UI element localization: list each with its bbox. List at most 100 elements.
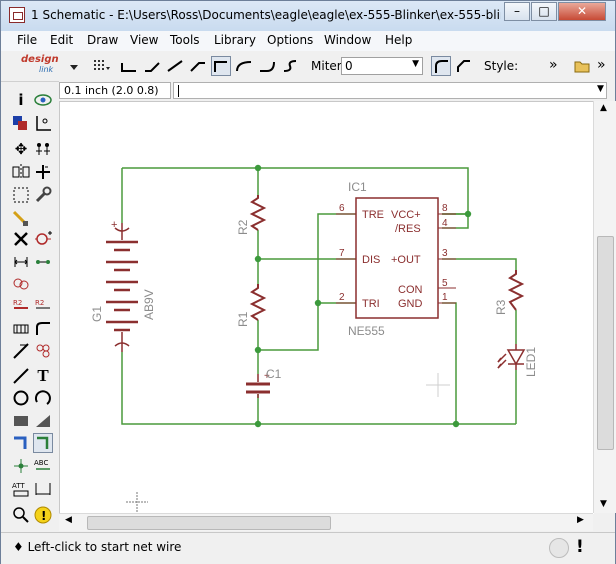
c1-name-label: C1	[266, 367, 282, 381]
menu-tools[interactable]: Tools	[170, 33, 200, 47]
resistor-r1[interactable]	[249, 284, 267, 321]
rect-icon[interactable]	[11, 411, 31, 431]
miter-round-icon[interactable]	[431, 56, 451, 76]
circle-icon[interactable]	[11, 388, 31, 408]
rotate-icon[interactable]	[33, 162, 53, 182]
wire-icon[interactable]	[11, 366, 31, 386]
add-part-icon[interactable]	[33, 229, 53, 249]
move-icon[interactable]: ✥	[11, 139, 31, 159]
zoom-search-icon[interactable]	[11, 505, 31, 525]
command-line-input[interactable]	[173, 82, 607, 99]
close-button[interactable]: ✕	[558, 2, 606, 21]
name-r2-icon[interactable]: R2	[11, 296, 31, 316]
paste-icon[interactable]	[11, 208, 31, 228]
menu-window[interactable]: Window	[324, 33, 371, 47]
pinswap-icon[interactable]	[11, 252, 31, 272]
bend-style-5-icon[interactable]	[234, 56, 254, 76]
replace-icon[interactable]	[11, 274, 31, 294]
junction-icon[interactable]	[11, 456, 31, 476]
menu-options[interactable]: Options	[267, 33, 313, 47]
menu-file[interactable]: File	[17, 33, 37, 47]
minimize-button[interactable]: –	[504, 2, 530, 21]
logo-dropdown-icon[interactable]	[69, 61, 79, 71]
toolbar-overflow-2-icon[interactable]: »	[597, 57, 606, 73]
delete-icon[interactable]	[11, 229, 31, 249]
smash-icon[interactable]	[11, 319, 31, 339]
bend-style-3-icon[interactable]	[188, 56, 208, 76]
info-icon[interactable]: i	[11, 90, 31, 110]
bend-style-4-icon[interactable]	[211, 56, 231, 76]
miter-icon[interactable]	[33, 319, 53, 339]
display-layers-icon[interactable]	[11, 113, 31, 133]
text-icon[interactable]: T	[33, 366, 53, 386]
menu-help[interactable]: Help	[385, 33, 412, 47]
invoke-icon[interactable]	[33, 341, 53, 361]
ic1-pin-tri-label: TRI	[362, 298, 380, 310]
ic1-pin2-number: 2	[339, 292, 345, 303]
horizontal-scrollbar[interactable]: ◀ ▶	[59, 513, 593, 531]
ic1-pin-gnd-label: GND	[398, 298, 423, 310]
ic1-value-label: NE555	[348, 324, 385, 338]
menu-edit[interactable]: Edit	[50, 33, 73, 47]
menu-view[interactable]: View	[130, 33, 158, 47]
menu-draw[interactable]: Draw	[87, 33, 118, 47]
net-icon[interactable]	[33, 433, 53, 453]
vertical-scrollbar[interactable]: ▲ ▼	[593, 101, 616, 513]
miter-select[interactable]: 0 ▼	[341, 57, 423, 75]
svg-text:R2: R2	[13, 299, 22, 307]
bend-style-0-icon[interactable]	[119, 56, 139, 76]
horizontal-scroll-thumb[interactable]	[87, 516, 331, 530]
schematic-canvas[interactable]: IC1 NE555 6 7 2 TRE DIS TRI 8 4 3 5 1 VC…	[59, 101, 594, 514]
status-bar: ♦ Left-click to start net wire !	[1, 532, 615, 564]
ic1-pin-res-label: /RES	[395, 223, 421, 235]
bend-style-6-icon[interactable]	[257, 56, 277, 76]
arc-icon[interactable]	[33, 388, 53, 408]
scroll-up-icon[interactable]: ▲	[600, 103, 607, 113]
gateswap-icon[interactable]	[33, 252, 53, 272]
bend-style-1-icon[interactable]	[142, 56, 162, 76]
show-eye-icon[interactable]	[33, 90, 53, 110]
designlink-logo[interactable]: design link	[11, 54, 69, 78]
led1[interactable]	[497, 344, 526, 370]
origin-crosshair	[126, 492, 148, 512]
ic1-pin-dis-label: DIS	[362, 254, 380, 266]
toolbar-overflow-icon[interactable]: »	[549, 57, 558, 73]
erc-warning-icon[interactable]: !	[33, 505, 53, 525]
mark-origin-icon[interactable]	[33, 113, 53, 133]
open-folder-icon[interactable]	[573, 56, 593, 76]
copy-icon[interactable]	[33, 139, 53, 159]
ic1-pin-con-label: CON	[398, 284, 423, 296]
miter-straight-icon[interactable]	[454, 56, 474, 76]
battery-plus-label: +	[111, 219, 117, 231]
style-label: Style:	[484, 59, 519, 73]
dimension-icon[interactable]	[33, 479, 53, 499]
polygon-icon[interactable]	[33, 411, 53, 431]
command-dropdown-icon[interactable]: ▼	[597, 84, 604, 94]
scroll-right-icon[interactable]: ▶	[577, 515, 584, 525]
battery-g1[interactable]	[106, 223, 138, 352]
coordinate-display: 0.1 inch (2.0 0.8)	[59, 82, 171, 99]
label-abc-icon[interactable]: ABC	[33, 456, 53, 476]
value-r2-icon[interactable]: R2	[33, 296, 53, 316]
vertical-scroll-thumb[interactable]	[597, 236, 614, 450]
bend-style-7-icon[interactable]	[280, 56, 300, 76]
mirror-icon[interactable]	[11, 162, 31, 182]
ic1-pin3-number: 3	[442, 248, 448, 259]
status-alert-icon[interactable]: !	[576, 537, 584, 557]
change-wrench-icon[interactable]	[33, 185, 53, 205]
split-icon[interactable]	[11, 341, 31, 361]
resistor-r2[interactable]	[249, 195, 267, 231]
resistor-r3[interactable]	[507, 270, 525, 311]
ic1-pin1-number: 1	[442, 292, 448, 303]
maximize-button[interactable]: □	[531, 2, 557, 21]
scroll-down-icon[interactable]: ▼	[600, 499, 607, 509]
layer-grid-icon[interactable]	[91, 56, 111, 76]
scroll-left-icon[interactable]: ◀	[65, 515, 72, 525]
bend-style-2-icon[interactable]	[165, 56, 185, 76]
attribute-icon[interactable]: ATT	[11, 479, 31, 499]
menu-library[interactable]: Library	[214, 33, 256, 47]
group-icon[interactable]	[11, 185, 31, 205]
ic1-pin6-number: 6	[339, 203, 345, 214]
bus-icon[interactable]	[11, 433, 31, 453]
svg-text:ATT: ATT	[12, 482, 25, 490]
